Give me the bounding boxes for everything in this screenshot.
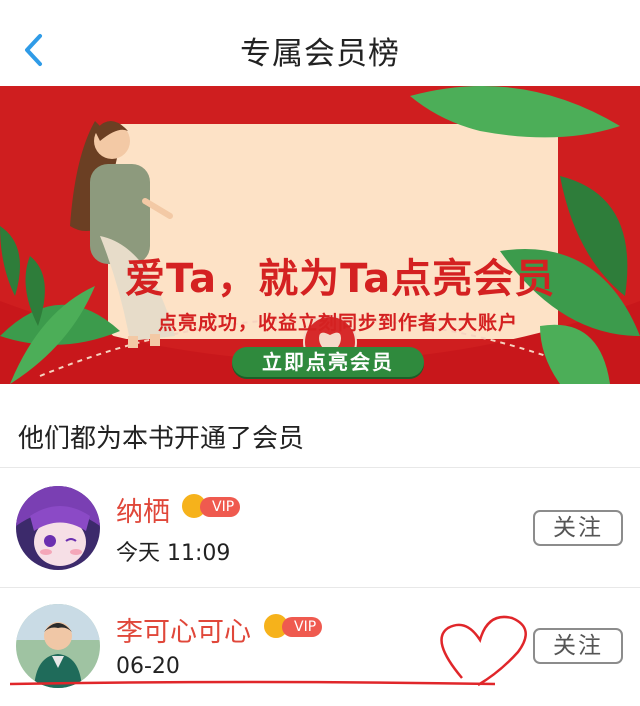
banner-subtitle: 点亮成功，收益立刻同步到作者大大账户 — [158, 312, 519, 334]
banner-illustration — [0, 86, 640, 384]
member-time: 06-20 — [116, 654, 180, 679]
member-name[interactable]: 李可心可心 — [116, 610, 251, 649]
section-title: 他们都为本书开通了会员 — [18, 424, 305, 454]
nav-header: 专属会员榜 — [0, 0, 640, 87]
member-row[interactable]: 纳栖 VIP 今天 11:09 关注 — [0, 468, 640, 586]
member-time: 今天 11:09 — [116, 541, 231, 566]
member-name[interactable]: 纳栖 — [116, 490, 170, 529]
avatar-photo-icon — [16, 604, 100, 688]
follow-button[interactable]: 关注 — [533, 510, 623, 546]
page-title: 专属会员榜 — [240, 36, 400, 72]
member-row[interactable]: 李可心可心 VIP 06-20 关注 — [0, 588, 640, 706]
vip-label: VIP — [282, 617, 323, 637]
light-up-member-button[interactable]: 立即点亮会员 — [232, 347, 424, 377]
banner-headline: 爱Ta，就为Ta点亮会员 — [125, 256, 556, 302]
avatar[interactable] — [16, 486, 100, 570]
vip-label: VIP — [200, 497, 241, 517]
avatar[interactable] — [16, 604, 100, 688]
avatar-anime-icon — [16, 486, 100, 570]
promo-banner[interactable]: 爱Ta，就为Ta点亮会员 点亮成功，收益立刻同步到作者大大账户 立即点亮会员 — [0, 86, 640, 384]
follow-button[interactable]: 关注 — [533, 628, 623, 664]
